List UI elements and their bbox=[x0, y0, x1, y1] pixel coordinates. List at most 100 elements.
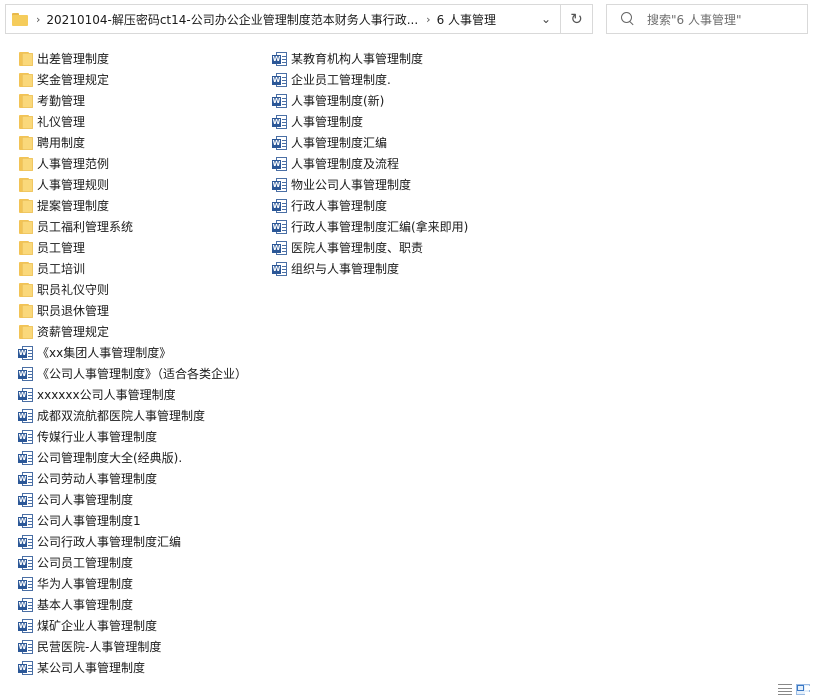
item-label: 公司管理制度大全(经典版). bbox=[37, 451, 183, 465]
file-item[interactable]: W 传媒行业人事管理制度 bbox=[18, 426, 268, 447]
file-item[interactable]: W 企业员工管理制度. bbox=[272, 69, 532, 90]
item-label: 人事管理制度汇编 bbox=[291, 136, 388, 150]
file-item[interactable]: W 物业公司人事管理制度 bbox=[272, 174, 532, 195]
word-document-icon: W bbox=[18, 387, 34, 403]
folder-item[interactable]: 提案管理制度 bbox=[18, 195, 268, 216]
item-label: 《xx集团人事管理制度》 bbox=[37, 346, 172, 360]
refresh-button[interactable]: ↻ bbox=[561, 4, 593, 34]
file-item[interactable]: W 煤矿企业人事管理制度 bbox=[18, 615, 268, 636]
breadcrumb-parent[interactable]: 20210104-解压密码ct14-公司办公企业管理制度范本财务人事行政... bbox=[46, 11, 418, 28]
chevron-right-icon[interactable]: › bbox=[36, 13, 40, 26]
folder-item[interactable]: 礼仪管理 bbox=[18, 111, 268, 132]
folder-item[interactable]: 员工培训 bbox=[18, 258, 268, 279]
file-item[interactable]: W 行政人事管理制度汇编(拿来即用) bbox=[272, 216, 532, 237]
folder-item[interactable]: 考勤管理 bbox=[18, 90, 268, 111]
chevron-right-icon[interactable]: › bbox=[426, 13, 430, 26]
file-item[interactable]: W 公司劳动人事管理制度 bbox=[18, 468, 268, 489]
item-label: 人事管理规则 bbox=[37, 178, 110, 192]
word-document-icon: W bbox=[272, 219, 288, 235]
item-label: 基本人事管理制度 bbox=[37, 598, 134, 612]
item-label: 出差管理制度 bbox=[37, 52, 110, 66]
word-document-icon: W bbox=[18, 408, 34, 424]
word-document-icon: W bbox=[18, 660, 34, 676]
file-item[interactable]: W 基本人事管理制度 bbox=[18, 594, 268, 615]
folder-icon bbox=[18, 135, 34, 151]
file-item[interactable]: W 公司管理制度大全(经典版). bbox=[18, 447, 268, 468]
item-label: 企业员工管理制度. bbox=[291, 73, 391, 87]
item-label: 成都双流航都医院人事管理制度 bbox=[37, 409, 206, 423]
file-item[interactable]: W 华为人事管理制度 bbox=[18, 573, 268, 594]
folder-icon bbox=[18, 93, 34, 109]
file-item[interactable]: W 成都双流航都医院人事管理制度 bbox=[18, 405, 268, 426]
item-label: 礼仪管理 bbox=[37, 115, 86, 129]
item-label: 员工福利管理系统 bbox=[37, 220, 134, 234]
folder-icon bbox=[18, 72, 34, 88]
folder-item[interactable]: 资薪管理规定 bbox=[18, 321, 268, 342]
file-item[interactable]: W 某教育机构人事管理制度 bbox=[272, 48, 532, 69]
item-label: 某教育机构人事管理制度 bbox=[291, 52, 424, 66]
item-label: 行政人事管理制度 bbox=[291, 199, 388, 213]
file-item[interactable]: W 公司人事管理制度1 bbox=[18, 510, 268, 531]
folder-item[interactable]: 职员礼仪守则 bbox=[18, 279, 268, 300]
folder-item[interactable]: 人事管理范例 bbox=[18, 153, 268, 174]
folder-item[interactable]: 奖金管理规定 bbox=[18, 69, 268, 90]
address-bar[interactable]: › 20210104-解压密码ct14-公司办公企业管理制度范本财务人事行政..… bbox=[5, 4, 561, 34]
folder-icon bbox=[18, 198, 34, 214]
file-item[interactable]: W 公司员工管理制度 bbox=[18, 552, 268, 573]
word-document-icon: W bbox=[272, 93, 288, 109]
search-input[interactable]: 搜索"6 人事管理" bbox=[606, 4, 808, 34]
file-item[interactable]: W 《xx集团人事管理制度》 bbox=[18, 342, 268, 363]
folder-item[interactable]: 员工管理 bbox=[18, 237, 268, 258]
item-label: 公司行政人事管理制度汇编 bbox=[37, 535, 182, 549]
breadcrumb-current[interactable]: 6 人事管理 bbox=[437, 11, 496, 28]
word-document-icon: W bbox=[272, 261, 288, 277]
search-icon bbox=[621, 12, 635, 26]
word-document-icon: W bbox=[18, 555, 34, 571]
folder-icon bbox=[18, 303, 34, 319]
file-item[interactable]: W 行政人事管理制度 bbox=[272, 195, 532, 216]
folder-item[interactable]: 人事管理规则 bbox=[18, 174, 268, 195]
folder-item[interactable]: 员工福利管理系统 bbox=[18, 216, 268, 237]
file-item[interactable]: W 公司行政人事管理制度汇编 bbox=[18, 531, 268, 552]
file-item[interactable]: Wxxxxxx公司人事管理制度 bbox=[18, 384, 268, 405]
item-label: 行政人事管理制度汇编(拿来即用) bbox=[291, 220, 469, 234]
file-item[interactable]: W 人事管理制度(新) bbox=[272, 90, 532, 111]
folder-icon bbox=[18, 51, 34, 67]
item-label: 职员礼仪守则 bbox=[37, 283, 110, 297]
folder-icon bbox=[18, 114, 34, 130]
search-placeholder: 搜索"6 人事管理" bbox=[647, 12, 742, 27]
item-label: 煤矿企业人事管理制度 bbox=[37, 619, 158, 633]
large-icons-view-icon[interactable] bbox=[796, 684, 810, 695]
file-item[interactable]: W 民营医院-人事管理制度 bbox=[18, 636, 268, 657]
file-item[interactable]: W 某公司人事管理制度 bbox=[18, 657, 268, 678]
file-item[interactable]: W 人事管理制度 bbox=[272, 111, 532, 132]
file-list-column-1: 出差管理制度 奖金管理规定考勤管理礼仪管理聘用制度人事管理范例人事管理规则 提案管理… bbox=[18, 48, 268, 678]
item-label: 提案管理制度 bbox=[37, 199, 110, 213]
word-document-icon: W bbox=[18, 513, 34, 529]
folder-icon bbox=[18, 282, 34, 298]
details-view-icon[interactable] bbox=[778, 684, 792, 695]
item-label: 《公司人事管理制度》（适合各类企业） bbox=[37, 367, 248, 381]
word-document-icon: W bbox=[272, 240, 288, 256]
file-item[interactable]: W 组织与人事管理制度 bbox=[272, 258, 532, 279]
address-bar-row: › 20210104-解压密码ct14-公司办公企业管理制度范本财务人事行政..… bbox=[0, 0, 814, 40]
folder-item[interactable]: 职员退休管理 bbox=[18, 300, 268, 321]
folder-item[interactable]: 出差管理制度 bbox=[18, 48, 268, 69]
word-document-icon: W bbox=[272, 156, 288, 172]
file-item[interactable]: W 医院人事管理制度、职责 bbox=[272, 237, 532, 258]
word-document-icon: W bbox=[272, 177, 288, 193]
word-document-icon: W bbox=[18, 597, 34, 613]
file-item[interactable]: W 《公司人事管理制度》（适合各类企业） bbox=[18, 363, 268, 384]
file-item[interactable]: W 人事管理制度及流程 bbox=[272, 153, 532, 174]
chevron-down-icon[interactable]: ⌄ bbox=[532, 5, 560, 33]
file-item[interactable]: W 公司人事管理制度 bbox=[18, 489, 268, 510]
word-document-icon: W bbox=[18, 471, 34, 487]
folder-item[interactable]: 聘用制度 bbox=[18, 132, 268, 153]
item-label: 奖金管理规定 bbox=[37, 73, 110, 87]
folder-icon bbox=[18, 219, 34, 235]
item-label: 民营医院-人事管理制度 bbox=[37, 640, 162, 654]
file-item[interactable]: W 人事管理制度汇编 bbox=[272, 132, 532, 153]
item-label: 人事管理制度 bbox=[291, 115, 364, 129]
item-label: 聘用制度 bbox=[37, 136, 86, 150]
word-document-icon: W bbox=[272, 135, 288, 151]
